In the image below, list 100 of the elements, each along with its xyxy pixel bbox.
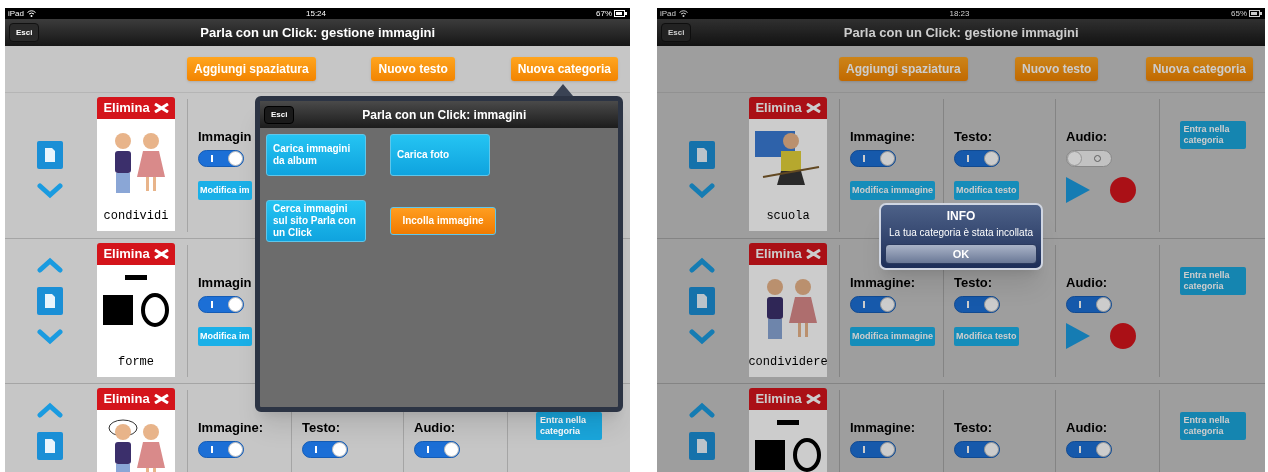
popover-button[interactable]: Carica immagini da album <box>266 134 366 176</box>
action-button[interactable]: Nuova categoria <box>510 57 618 81</box>
chevron-up-icon[interactable] <box>689 402 715 418</box>
alert-title: INFO <box>946 209 976 224</box>
status-time: 15:24 <box>306 8 326 19</box>
delete-button[interactable]: Elimina <box>97 388 175 410</box>
card-word: scuola <box>766 208 810 225</box>
toggle-switch[interactable] <box>198 441 244 458</box>
column-label: Immagin <box>198 275 253 291</box>
column-label: Audio: <box>1066 420 1109 436</box>
popover-pointer-icon <box>553 84 573 96</box>
toggle-switch[interactable] <box>302 441 348 458</box>
screen-title: Parla con un Click: gestione immagini <box>199 23 437 42</box>
toggle-switch[interactable] <box>850 441 896 458</box>
popover-button[interactable]: Carica foto <box>390 134 490 176</box>
column-label: Testo: <box>954 129 994 145</box>
edit-button[interactable]: Modifica testo <box>954 327 1019 346</box>
delete-button[interactable]: Elimina <box>97 97 175 119</box>
toggle-switch[interactable] <box>1066 441 1112 458</box>
toggle-switch[interactable] <box>198 150 244 167</box>
copy-button[interactable] <box>689 287 715 315</box>
copy-button[interactable] <box>689 141 715 169</box>
edit-button[interactable]: Modifica im <box>198 181 252 200</box>
action-button[interactable]: Aggiungi spaziatura <box>839 57 968 81</box>
cross-icon <box>153 249 169 259</box>
record-icon[interactable] <box>1110 323 1136 349</box>
toggle-switch[interactable] <box>954 296 1000 313</box>
toggle-switch[interactable] <box>198 296 244 313</box>
record-icon[interactable] <box>1110 177 1136 203</box>
document-icon <box>697 294 707 308</box>
edit-button[interactable]: Modifica im <box>198 327 252 346</box>
document-icon <box>45 439 55 453</box>
toggle-switch[interactable] <box>1066 150 1112 167</box>
column-label: Testo: <box>302 420 342 436</box>
battery-icon <box>614 10 627 17</box>
toggle-switch[interactable] <box>414 441 460 458</box>
delete-button[interactable]: Elimina <box>749 243 827 265</box>
enter-category-button[interactable]: Entra nella categoria <box>536 412 602 440</box>
action-button[interactable]: Nuova categoria <box>1145 57 1253 81</box>
action-button[interactable]: Nuovo testo <box>1015 57 1099 81</box>
action-button[interactable]: Nuovo testo <box>371 57 455 81</box>
edit-button[interactable]: Modifica immagine <box>850 181 935 200</box>
chevron-up-icon[interactable] <box>37 257 63 273</box>
popover-button[interactable]: Incolla immagine <box>390 207 496 235</box>
wifi-icon <box>27 10 36 17</box>
card-word: condividere <box>748 354 828 371</box>
enter-category-button[interactable]: Entra nella categoria <box>1179 267 1246 295</box>
alert-message: La tua categoria è stata incollata <box>889 226 1033 240</box>
column-label: Immagine: <box>198 420 264 436</box>
device-name: iPad <box>8 8 24 19</box>
play-icon[interactable] <box>1066 177 1090 203</box>
device-name: iPad <box>660 8 676 19</box>
edit-button[interactable]: Modifica immagine <box>850 327 935 346</box>
action-button[interactable]: Aggiungi spaziatura <box>187 57 316 81</box>
toggle-switch[interactable] <box>850 150 896 167</box>
enter-category-button[interactable]: Entra nella categoria <box>1179 412 1246 440</box>
chevron-up-icon[interactable] <box>689 257 715 273</box>
chevron-down-icon[interactable] <box>689 183 715 199</box>
toggle-switch[interactable] <box>1066 296 1112 313</box>
cross-icon <box>153 103 169 113</box>
battery-icon <box>1249 10 1262 17</box>
shapes-drawing <box>753 418 823 472</box>
screen-title: Parla con un Click: gestione immagini <box>842 23 1080 42</box>
copy-button[interactable] <box>37 141 63 169</box>
column-label: Immagin <box>198 129 253 145</box>
exit-button[interactable]: Esci <box>9 23 40 42</box>
column-label: Audio: <box>1066 275 1109 291</box>
battery-percent: 67% <box>596 8 612 19</box>
card-word: condividi <box>103 208 169 225</box>
exit-button[interactable]: Esci <box>264 105 295 124</box>
copy-button[interactable] <box>37 432 63 460</box>
exit-button[interactable]: Esci <box>661 23 692 42</box>
document-icon <box>697 148 707 162</box>
cross-icon <box>805 394 821 404</box>
delete-button[interactable]: Elimina <box>97 243 175 265</box>
column-label: Immagine: <box>850 129 916 145</box>
wifi-icon <box>679 10 688 17</box>
document-icon <box>45 148 55 162</box>
play-icon[interactable] <box>1066 323 1090 349</box>
popover-button[interactable]: Cerca immagini sul sito Parla con un Click <box>266 200 366 242</box>
status-time: 18:23 <box>949 8 970 19</box>
delete-button[interactable]: Elimina <box>749 388 827 410</box>
chevron-down-icon[interactable] <box>689 329 715 345</box>
toggle-switch[interactable] <box>850 296 896 313</box>
toggle-switch[interactable] <box>954 150 1000 167</box>
delete-button[interactable]: Elimina <box>749 97 827 119</box>
chevron-up-icon[interactable] <box>37 402 63 418</box>
edit-button[interactable]: Modifica testo <box>954 181 1019 200</box>
chevron-down-icon[interactable] <box>37 183 63 199</box>
ok-button[interactable]: OK <box>885 244 1037 264</box>
toggle-switch[interactable] <box>954 441 1000 458</box>
chevron-down-icon[interactable] <box>37 329 63 345</box>
column-label: Immagine: <box>850 275 916 291</box>
copy-button[interactable] <box>689 432 715 460</box>
enter-category-button[interactable]: Entra nella categoria <box>1179 121 1246 149</box>
document-icon <box>45 294 55 308</box>
document-icon <box>697 439 707 453</box>
copy-button[interactable] <box>37 287 63 315</box>
column-label: Immagine: <box>850 420 916 436</box>
column-label: Testo: <box>954 275 994 291</box>
